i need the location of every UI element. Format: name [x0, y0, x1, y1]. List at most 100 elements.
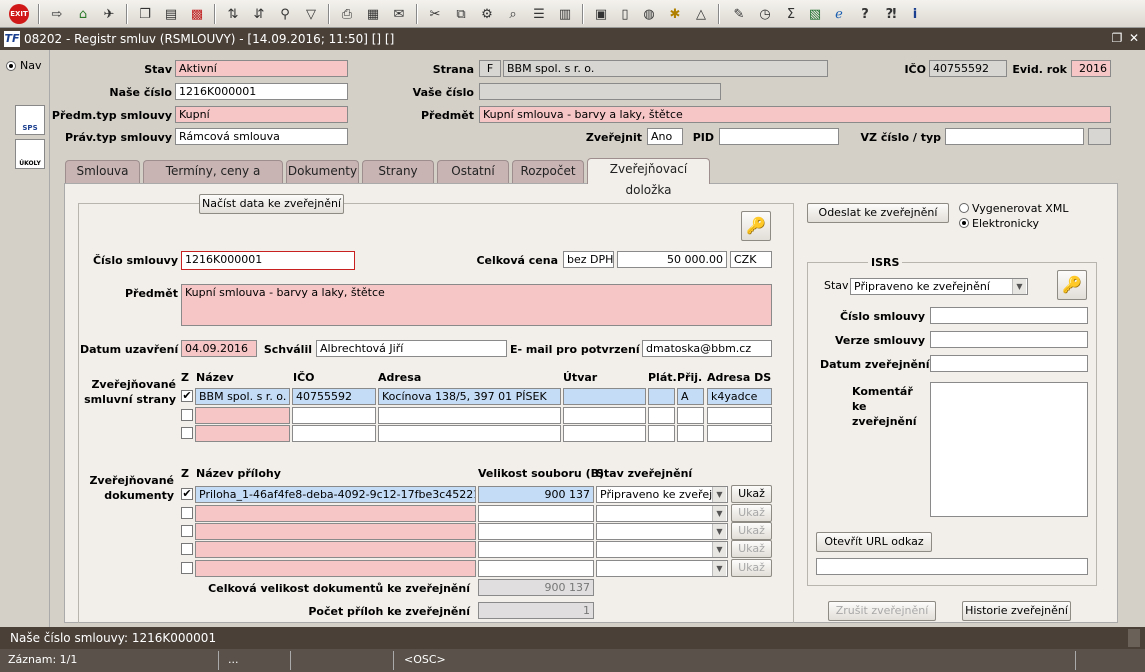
strany-prij[interactable]: A [677, 388, 704, 405]
cena-field[interactable]: 50 000.00 [617, 251, 727, 268]
predm-typ-field[interactable]: Kupní [175, 106, 348, 123]
edit-icon[interactable]: ✎ [728, 3, 750, 25]
chevron-down-icon[interactable]: ▼ [712, 524, 726, 539]
radio-elektronicky[interactable] [959, 218, 969, 228]
globe-icon[interactable]: ◍ [638, 3, 660, 25]
dph-field[interactable]: bez DPH [563, 251, 614, 268]
strany-ds[interactable] [707, 407, 772, 424]
strany-check[interactable] [181, 409, 193, 421]
strany-check[interactable] [181, 427, 193, 439]
form-predmet-field[interactable]: Kupní smlouva - barvy a laky, štětce [181, 284, 772, 326]
strany-nazev[interactable] [195, 425, 290, 442]
ukaz-button[interactable]: Ukaž [731, 485, 772, 503]
close-icon[interactable]: ✕ [1127, 31, 1141, 45]
delete-record-icon[interactable]: ✈ [98, 3, 120, 25]
vase-cislo-field[interactable] [479, 83, 721, 100]
predmet-field[interactable]: Kupní smlouva - barvy a laky, štětce [479, 106, 1111, 123]
tab-terminy[interactable]: Termíny, ceny a činnosti [143, 160, 283, 199]
strany-adresa[interactable] [378, 425, 561, 442]
chevron-down-icon[interactable]: ▼ [712, 487, 726, 502]
dok-stav[interactable]: ▼ [596, 505, 728, 522]
strany-nazev[interactable] [195, 407, 290, 424]
chevron-down-icon[interactable]: ▼ [712, 542, 726, 557]
dok-nazev[interactable] [195, 505, 476, 522]
excel-icon[interactable]: ▧ [804, 3, 826, 25]
exit-icon[interactable]: EXIT [8, 3, 30, 25]
tab-dokumenty[interactable]: Dokumenty [286, 160, 359, 183]
ukaz-button[interactable]: Ukaž [731, 540, 772, 558]
nav-radio[interactable] [6, 61, 16, 71]
dok-check[interactable] [181, 525, 193, 537]
dok-stav[interactable]: ▼ [596, 560, 728, 577]
tab-rozpocet[interactable]: Rozpočet [512, 160, 584, 183]
ico-field[interactable]: 40755592 [929, 60, 1007, 77]
chevron-down-icon[interactable]: ▼ [1012, 279, 1026, 294]
strana-field[interactable]: BBM spol. s r. o. [503, 60, 828, 77]
vz-field[interactable] [945, 128, 1084, 145]
ukaz-button[interactable]: Ukaž [731, 504, 772, 522]
dok-velikost[interactable] [478, 560, 594, 577]
mail-icon[interactable]: ✉ [388, 3, 410, 25]
isrs-verze-field[interactable] [930, 331, 1088, 348]
strany-check[interactable]: ✔ [181, 390, 193, 402]
strany-adresa[interactable]: Kocínova 138/5, 397 01 PÍSEK [378, 388, 561, 405]
ukaz-button[interactable]: Ukaž [731, 559, 772, 577]
datum-uzavreni-field[interactable]: 04.09.2016 [181, 340, 257, 357]
strany-adresa[interactable] [378, 407, 561, 424]
dok-check[interactable] [181, 543, 193, 555]
strany-ico[interactable] [292, 407, 376, 424]
zrusit-zverejneni-button[interactable]: Zrušit zveřejnění [828, 601, 936, 621]
key-icon[interactable]: 🔑 [741, 211, 771, 241]
strany-ds[interactable] [707, 425, 772, 442]
historie-zverejneni-button[interactable]: Historie zveřejnění [962, 601, 1071, 621]
dok-stav[interactable]: ▼ [596, 541, 728, 558]
tool-icon[interactable]: ⚲ [274, 3, 296, 25]
strany-prij[interactable] [677, 407, 704, 424]
odeslat-button[interactable]: Odeslat ke zveřejnění [807, 203, 949, 223]
strany-plat[interactable] [648, 407, 675, 424]
chart-icon[interactable]: △ [690, 3, 712, 25]
isrs-cislo-field[interactable] [930, 307, 1088, 324]
strany-prij[interactable] [677, 425, 704, 442]
dok-check[interactable] [181, 562, 193, 574]
strany-ico[interactable]: 40755592 [292, 388, 376, 405]
radio-vygenerovat-xml[interactable] [959, 203, 969, 213]
print-icon[interactable]: ⎙ [336, 3, 358, 25]
strana-code-field[interactable]: F [479, 60, 501, 77]
restore-icon[interactable]: ❐ [1110, 31, 1124, 45]
grid-icon[interactable]: ▥ [554, 3, 576, 25]
refresh-icon[interactable]: ◷ [754, 3, 776, 25]
dok-stav[interactable]: Připraveno ke zveřejn... ▼ [596, 486, 728, 503]
info-icon[interactable]: i [904, 3, 926, 25]
evid-rok-field[interactable]: 2016 [1071, 60, 1111, 77]
copy-icon[interactable]: ❐ [134, 3, 156, 25]
dok-nazev[interactable]: Priloha_1-46af4fe8-deba-4092-9c12-17fbe3… [195, 486, 476, 503]
dok-check[interactable]: ✔ [181, 488, 193, 500]
sort-desc-icon[interactable]: ⇵ [248, 3, 270, 25]
ukoly-button[interactable]: ÚKOLY [15, 139, 45, 169]
dok-nazev[interactable] [195, 541, 476, 558]
strany-utvar[interactable] [563, 407, 646, 424]
chevron-down-icon[interactable]: ▼ [712, 506, 726, 521]
dok-velikost[interactable] [478, 523, 594, 540]
cislo-smlouvy-field[interactable]: 1216K000001 [181, 251, 355, 270]
otevrit-url-button[interactable]: Otevřít URL odkaz [816, 532, 932, 552]
query-icon[interactable]: ⚙ [476, 3, 498, 25]
strany-utvar[interactable] [563, 388, 646, 405]
sps-button[interactable]: SPS [15, 105, 45, 135]
context-help-icon[interactable]: ⁈ [880, 3, 902, 25]
isrs-key-icon[interactable]: 🔑 [1057, 270, 1087, 300]
schvalil-field[interactable]: Albrechtová Jiří [316, 340, 507, 357]
dok-nazev[interactable] [195, 560, 476, 577]
settings-icon[interactable]: ✱ [664, 3, 686, 25]
cut-icon[interactable]: ✂ [424, 3, 446, 25]
sort-asc-icon[interactable]: ⇅ [222, 3, 244, 25]
zverejnit-field[interactable]: Ano [647, 128, 683, 145]
list-icon[interactable]: ☰ [528, 3, 550, 25]
vz-typ-field[interactable] [1088, 128, 1111, 145]
strany-plat[interactable] [648, 425, 675, 442]
strany-ico[interactable] [292, 425, 376, 442]
clear-icon[interactable]: ▩ [186, 3, 208, 25]
tab-ostatni[interactable]: Ostatní [437, 160, 509, 183]
filter-icon[interactable]: ▽ [300, 3, 322, 25]
